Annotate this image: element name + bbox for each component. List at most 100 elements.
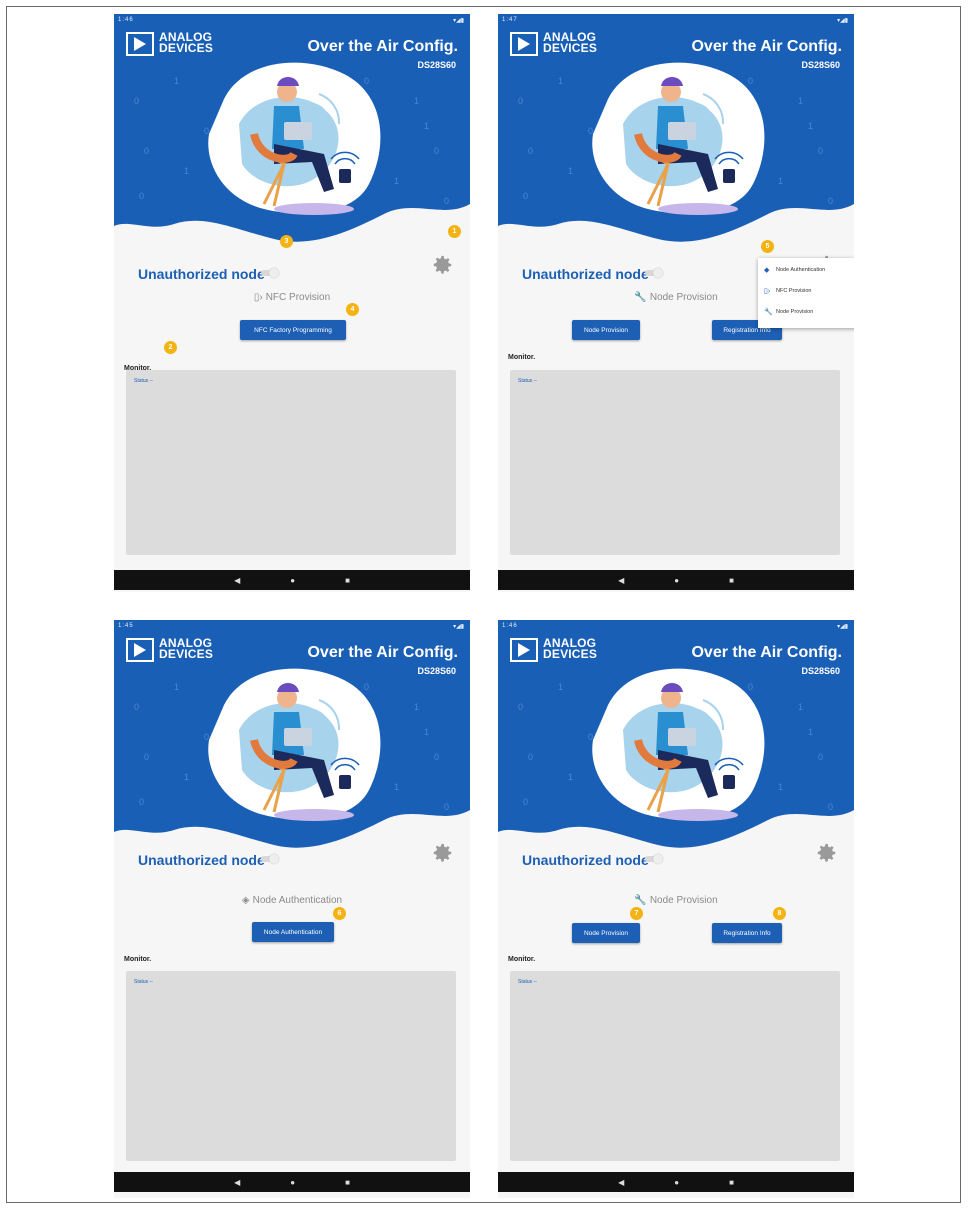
node-toggle[interactable] xyxy=(645,268,663,278)
home-icon[interactable]: ● xyxy=(674,576,679,585)
section-header-node-provision: 🔧 Node Provision xyxy=(498,895,854,906)
recents-icon[interactable]: ■ xyxy=(729,1178,734,1187)
node-status-label: Unauthorized node xyxy=(138,852,265,868)
node-toggle[interactable] xyxy=(261,854,279,864)
svg-text:0: 0 xyxy=(364,682,369,692)
node-authentication-button[interactable]: Node Authentication xyxy=(252,922,334,942)
section-label: Node Authentication xyxy=(252,895,343,906)
android-nav-bar: ◀ ● ■ xyxy=(114,1172,470,1192)
svg-text:0: 0 xyxy=(434,146,439,156)
node-status-label: Unauthorized node xyxy=(522,852,649,868)
phone-screen-menu: 0 1 0 1 0 1 0 1 0 0 0 1 1:47 ▾◢▮ ANALOG DEVICES Ov… xyxy=(498,14,854,592)
status-bar-time: 1:46 xyxy=(502,623,518,629)
svg-text:1: 1 xyxy=(798,96,803,106)
registration-info-button[interactable]: Registration Info xyxy=(712,923,782,943)
recents-icon[interactable]: ■ xyxy=(345,1178,350,1187)
menu-item-node-provision[interactable]: 🔧 Node Provision xyxy=(764,308,813,316)
node-toggle[interactable] xyxy=(645,854,663,864)
app-subtitle: DS28S60 xyxy=(801,666,840,676)
app-subtitle: DS28S60 xyxy=(801,60,840,70)
svg-text:1: 1 xyxy=(808,121,813,131)
logo-triangle-icon xyxy=(510,32,538,56)
gear-icon[interactable] xyxy=(432,254,454,276)
monitor-label: Monitor. xyxy=(508,956,536,963)
section-label: Node Provision xyxy=(649,292,718,303)
status-text: Status -- xyxy=(134,979,153,985)
svg-text:1: 1 xyxy=(424,121,429,131)
phone-screen-nfc: 0 1 0 1 0 1 0 1 0 0 0 1 1:46 ▾◢▮ ANALOG DEVICES Ov… xyxy=(114,14,470,592)
svg-text:0: 0 xyxy=(134,702,139,712)
svg-text:1: 1 xyxy=(424,727,429,737)
svg-text:1: 1 xyxy=(558,682,563,692)
nfc-factory-programming-button[interactable]: NFC Factory Programming xyxy=(240,320,346,340)
menu-item-label: Node Provision xyxy=(776,309,814,315)
node-provision-button[interactable]: Node Provision xyxy=(572,320,640,340)
svg-text:1: 1 xyxy=(184,166,189,176)
menu-item-node-authentication[interactable]: ◆ Node Authentication xyxy=(764,266,825,274)
home-icon[interactable]: ● xyxy=(674,1178,679,1187)
settings-dropdown-menu: ◆ Node Authentication ▯› NFC Provision 🔧 No… xyxy=(758,258,854,328)
menu-item-nfc-provision[interactable]: ▯› NFC Provision xyxy=(764,287,811,295)
callout-badge: 2 xyxy=(164,341,177,354)
svg-text:0: 0 xyxy=(134,96,139,106)
status-text: Status -- xyxy=(518,378,537,384)
status-monitor-box: Status -- xyxy=(126,370,456,555)
home-icon[interactable]: ● xyxy=(290,1178,295,1187)
node-toggle[interactable] xyxy=(261,268,279,278)
callout-badge: 8 xyxy=(773,907,786,920)
status-bar-icons: ▾◢▮ xyxy=(837,624,848,630)
svg-text:0: 0 xyxy=(748,76,753,86)
logo-line2: DEVICES xyxy=(543,647,598,661)
back-icon[interactable]: ◀ xyxy=(234,1178,240,1187)
section-label: NFC Provision xyxy=(265,292,331,303)
svg-text:1: 1 xyxy=(778,176,783,186)
svg-text:0: 0 xyxy=(204,732,209,742)
svg-text:0: 0 xyxy=(434,752,439,762)
status-monitor-box: Status -- xyxy=(510,971,840,1161)
svg-text:1: 1 xyxy=(778,782,783,792)
recents-icon[interactable]: ■ xyxy=(345,576,350,585)
home-icon[interactable]: ● xyxy=(290,576,295,585)
node-status-label: Unauthorized node xyxy=(522,266,649,282)
svg-text:0: 0 xyxy=(364,76,369,86)
callout-badge: 7 xyxy=(630,907,643,920)
status-text: Status -- xyxy=(134,378,153,384)
back-icon[interactable]: ◀ xyxy=(618,576,624,585)
status-bar-time: 1:45 xyxy=(118,623,134,629)
android-nav-bar: ◀ ● ■ xyxy=(498,1172,854,1192)
phone-screen-node-auth: 0 1 0 1 0 1 0 1 0 0 0 1 1:45 ▾◢▮ ANALOG DEVICES Ov… xyxy=(114,620,470,1198)
status-bar-icons: ▾◢▮ xyxy=(453,18,464,24)
app-title: Over the Air Config. xyxy=(307,644,458,661)
callout-badge: 6 xyxy=(333,907,346,920)
gear-icon[interactable] xyxy=(816,842,838,864)
wrench-icon: 🔧 xyxy=(764,309,773,316)
analog-devices-logo: ANALOG DEVICES xyxy=(126,637,214,662)
logo-line2: DEVICES xyxy=(159,647,214,661)
svg-text:1: 1 xyxy=(394,782,399,792)
wrench-icon: 🔧 xyxy=(634,895,647,906)
nfc-icon: ▯› xyxy=(253,292,263,303)
gear-icon[interactable] xyxy=(432,842,454,864)
back-icon[interactable]: ◀ xyxy=(618,1178,624,1187)
nfc-icon: ▯› xyxy=(764,288,771,295)
svg-text:1: 1 xyxy=(558,76,563,86)
monitor-label: Monitor. xyxy=(508,354,536,361)
wrench-icon: 🔧 xyxy=(634,292,647,303)
app-subtitle: DS28S60 xyxy=(417,60,456,70)
status-bar-icons: ▾◢▮ xyxy=(453,624,464,630)
app-subtitle: DS28S60 xyxy=(417,666,456,676)
status-monitor-box: Status -- xyxy=(126,971,456,1161)
svg-text:1: 1 xyxy=(414,702,419,712)
svg-text:0: 0 xyxy=(828,802,833,812)
svg-text:1: 1 xyxy=(414,96,419,106)
logo-line2: DEVICES xyxy=(543,41,598,55)
callout-badge: 3 xyxy=(280,235,293,248)
analog-devices-logo: ANALOG DEVICES xyxy=(510,637,598,662)
recents-icon[interactable]: ■ xyxy=(729,576,734,585)
svg-text:0: 0 xyxy=(518,96,523,106)
back-icon[interactable]: ◀ xyxy=(234,576,240,585)
analog-devices-logo: ANALOG DEVICES xyxy=(510,31,598,56)
analog-devices-logo: ANALOG DEVICES xyxy=(126,31,213,56)
svg-text:0: 0 xyxy=(444,196,449,206)
node-provision-button[interactable]: Node Provision xyxy=(572,923,640,943)
